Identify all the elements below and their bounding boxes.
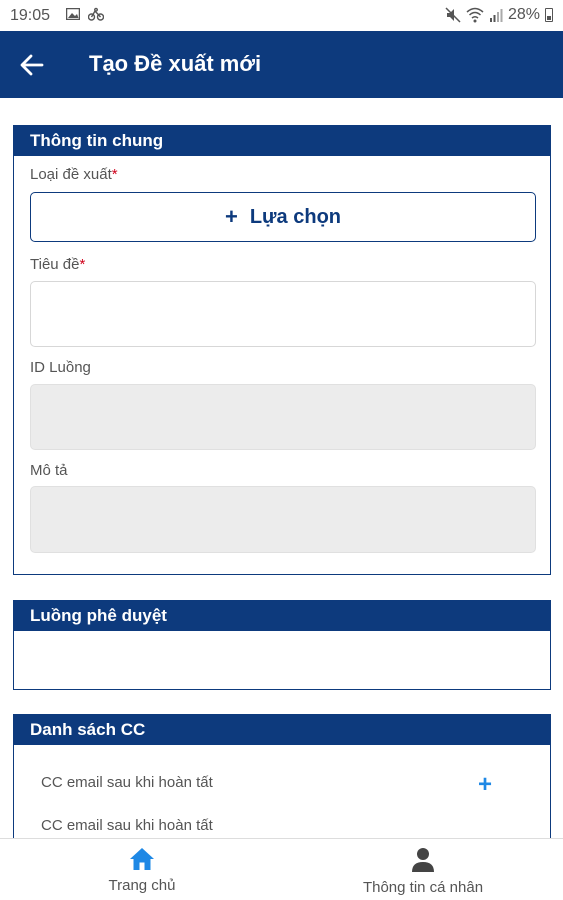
general-info-header: Thông tin chung <box>14 126 550 156</box>
title-input[interactable] <box>30 281 536 347</box>
cc-email-row: CC email sau khi hoàn tất <box>41 774 213 791</box>
required-mark: * <box>79 256 86 273</box>
person-icon <box>412 848 434 872</box>
mute-icon <box>445 7 461 23</box>
wifi-icon <box>466 7 484 23</box>
required-mark: * <box>111 166 118 183</box>
back-arrow-icon[interactable] <box>18 51 46 79</box>
form-content[interactable]: Thông tin chung Loại đề xuất* + Lựa chọn… <box>0 98 563 838</box>
app-bar: Tạo Đề xuất mới <box>0 31 563 98</box>
proposal-type-label-text: Loại đề xuất <box>30 166 112 183</box>
flow-id-label: ID Luồng <box>30 359 91 376</box>
nav-item-profile[interactable]: Thông tin cá nhân <box>340 839 506 900</box>
cc-email-row: CC email sau khi hoàn tất <box>41 817 213 834</box>
proposal-type-label: Loại đề xuất* <box>30 166 118 183</box>
description-label: Mô tả <box>30 462 68 479</box>
approval-flow-section: Luồng phê duyệt <box>13 600 551 690</box>
description-field <box>30 486 536 553</box>
status-bar: 19:05 28% <box>0 0 563 31</box>
approval-flow-header: Luồng phê duyệt <box>14 601 550 631</box>
bike-icon <box>88 7 104 21</box>
nav-item-home[interactable]: Trang chủ <box>62 839 222 900</box>
add-cc-icon[interactable]: + <box>476 773 494 797</box>
cc-list-section: Danh sách CC CC email sau khi hoàn tất +… <box>13 714 551 838</box>
nav-label-home: Trang chủ <box>108 877 176 894</box>
battery-percent: 28% <box>507 6 540 23</box>
flow-id-field <box>30 384 536 450</box>
page-title: Tạo Đề xuất mới <box>89 51 262 76</box>
status-time: 19:05 <box>10 7 51 24</box>
select-proposal-type-button[interactable]: + Lựa chọn <box>30 192 536 242</box>
home-icon <box>130 848 154 870</box>
image-icon <box>66 8 80 20</box>
cc-list-header: Danh sách CC <box>14 715 550 745</box>
battery-icon <box>545 8 553 22</box>
bottom-navigation: Trang chủ Thông tin cá nhân <box>0 838 563 900</box>
status-right: 28% <box>445 6 553 24</box>
general-info-section: Thông tin chung Loại đề xuất* + Lựa chọn… <box>13 125 551 575</box>
nav-label-profile: Thông tin cá nhân <box>362 879 484 896</box>
signal-icon <box>489 9 503 22</box>
plus-icon: + <box>224 204 238 229</box>
title-label: Tiêu đề* <box>30 256 85 273</box>
select-button-label: Lựa chọn <box>249 205 341 228</box>
title-label-text: Tiêu đề <box>30 256 80 273</box>
